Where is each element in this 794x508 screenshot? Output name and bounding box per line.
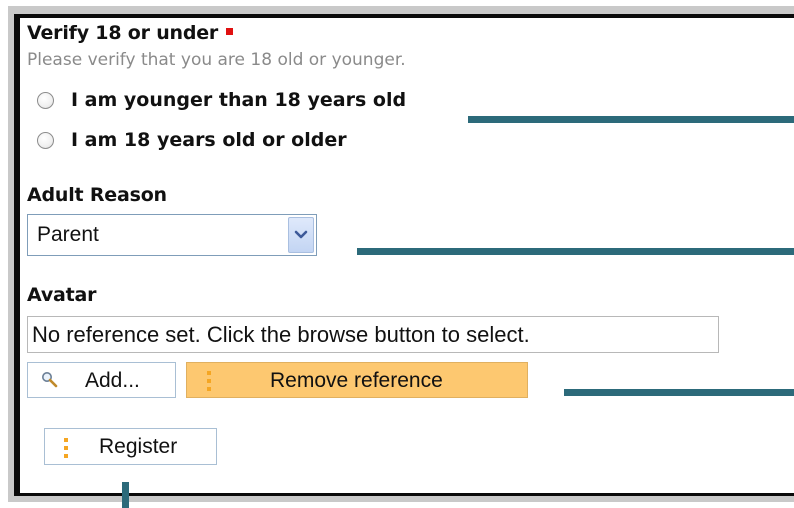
dropdown-button[interactable] bbox=[288, 217, 314, 253]
adult-reason-label: Adult Reason bbox=[27, 184, 167, 206]
callout-line-register bbox=[122, 482, 129, 508]
adult-reason-select[interactable]: Parent bbox=[27, 214, 317, 256]
avatar-label: Avatar bbox=[27, 284, 97, 306]
remove-reference-label[interactable]: Remove reference bbox=[270, 369, 443, 393]
radio-label-18-or-older[interactable]: I am 18 years old or older bbox=[71, 129, 347, 151]
magnifier-icon bbox=[42, 372, 58, 388]
dots-icon bbox=[207, 371, 213, 395]
required-marker-icon bbox=[226, 28, 234, 35]
verify-label-row: Verify 18 or under bbox=[27, 22, 234, 44]
callout-line-verify bbox=[468, 116, 794, 123]
adult-reason-value[interactable]: Parent bbox=[37, 223, 99, 247]
add-button[interactable]: Add... bbox=[27, 362, 176, 398]
callout-line-adult-reason bbox=[357, 248, 794, 255]
register-button-label[interactable]: Register bbox=[99, 435, 177, 459]
registration-form-panel: Verify 18 or under Please verify that yo… bbox=[20, 18, 794, 508]
remove-reference-button[interactable]: Remove reference bbox=[186, 362, 528, 398]
callout-line-avatar bbox=[564, 389, 794, 396]
verify-hint: Please verify that you are 18 old or you… bbox=[27, 50, 406, 70]
radio-icon[interactable] bbox=[37, 91, 54, 109]
avatar-reference-text: No reference set. Click the browse butto… bbox=[32, 322, 530, 347]
avatar-reference-field: No reference set. Click the browse butto… bbox=[27, 316, 719, 353]
add-button-label[interactable]: Add... bbox=[85, 369, 140, 393]
verify-label: Verify 18 or under bbox=[27, 22, 219, 44]
dots-icon bbox=[64, 438, 70, 462]
radio-option-under-18[interactable]: I am younger than 18 years old bbox=[37, 89, 406, 111]
chevron-down-icon bbox=[294, 230, 308, 239]
radio-label-under-18[interactable]: I am younger than 18 years old bbox=[71, 89, 406, 111]
radio-icon[interactable] bbox=[37, 131, 54, 149]
register-button[interactable]: Register bbox=[44, 428, 217, 465]
radio-option-18-or-older[interactable]: I am 18 years old or older bbox=[37, 129, 347, 151]
